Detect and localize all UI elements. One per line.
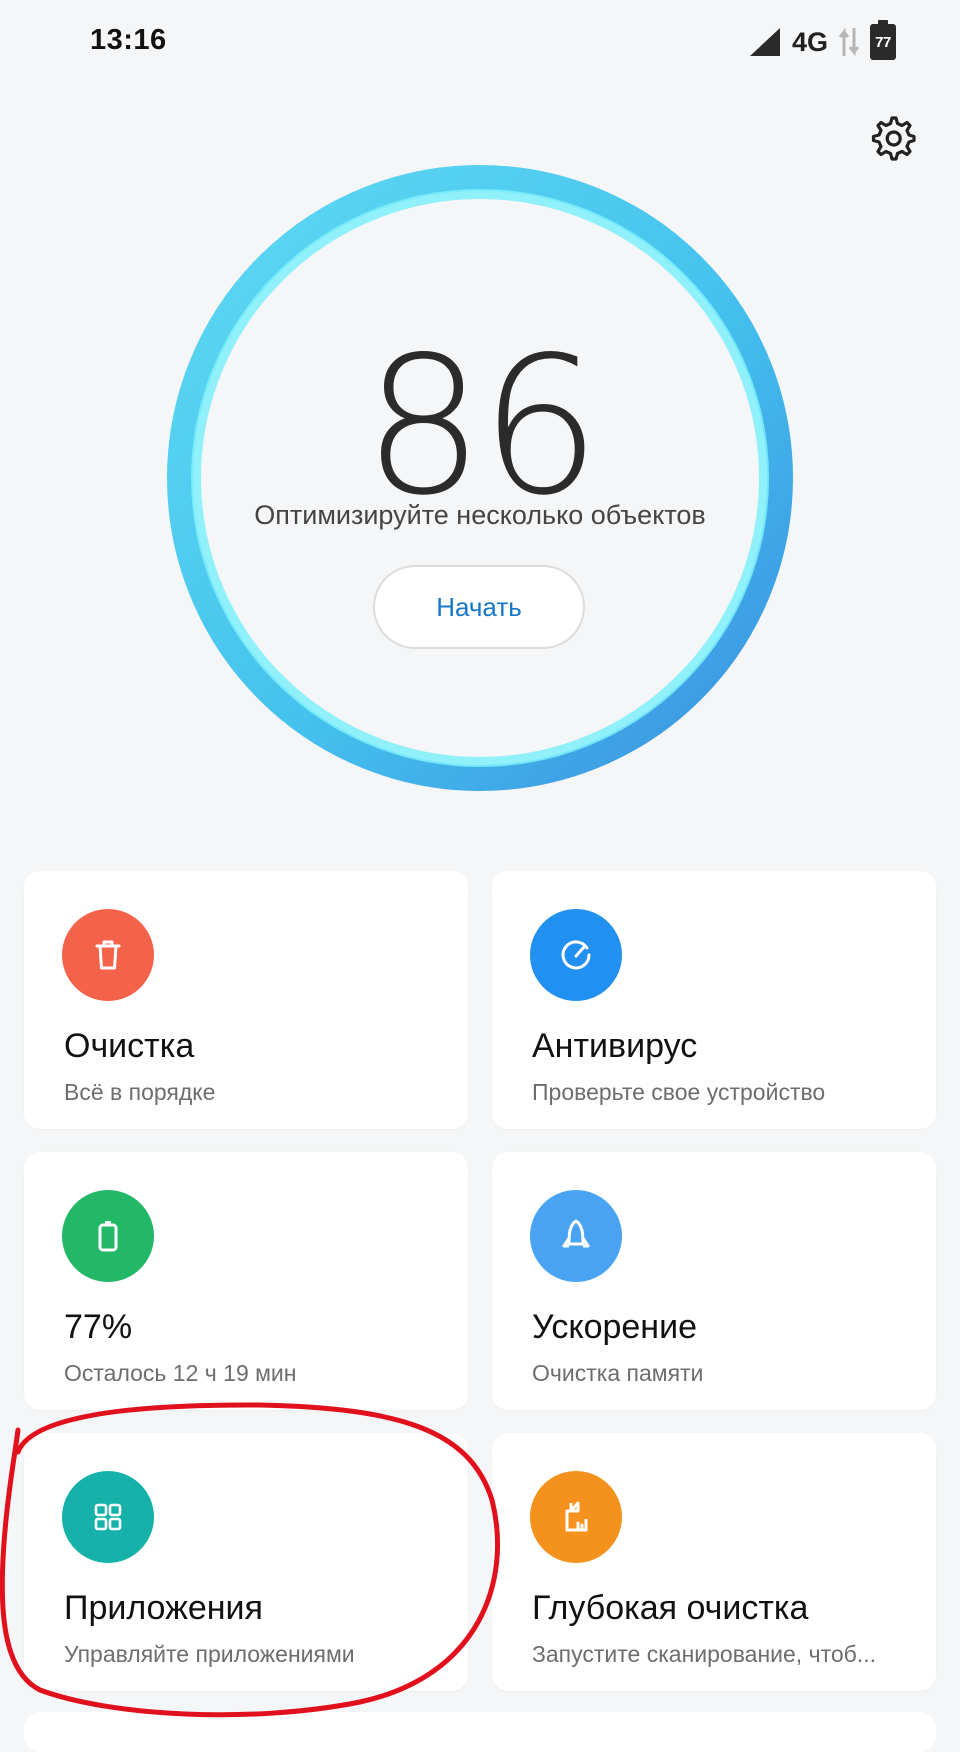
tile-icon-clean	[62, 909, 154, 1001]
rocket-icon	[562, 1219, 590, 1248]
tile-antivirus[interactable]: Антивирус Проверьте свое устройство	[492, 871, 936, 1129]
tile-title: 77%	[64, 1308, 133, 1346]
score-message: Оптимизируйте несколько объектов	[254, 500, 706, 530]
battery-level: 77	[875, 33, 891, 51]
apps-grid-icon	[94, 1503, 122, 1531]
tile-subtitle: Очистка памяти	[532, 1360, 704, 1386]
health-score-circle: 86 Оптимизируйте несколько объектов Нача…	[164, 162, 796, 794]
tile-subtitle: Проверьте свое устройство	[532, 1079, 826, 1105]
battery-status-icon: 77	[870, 20, 896, 60]
broom-icon	[565, 1501, 588, 1532]
tile-icon-boost	[530, 1190, 622, 1282]
tile-title: Антивирус	[532, 1027, 698, 1065]
network-type: 4G	[791, 26, 828, 57]
tile-title: Глубокая очистка	[532, 1589, 809, 1627]
tile-icon-apps	[62, 1471, 154, 1563]
status-icons: 4G 77	[748, 20, 896, 62]
start-button[interactable]: Начать	[373, 565, 585, 649]
tile-battery[interactable]: 77% Осталось 12 ч 19 мин	[24, 1152, 468, 1410]
tile-subtitle: Всё в порядке	[64, 1079, 216, 1105]
tile-icon-antivirus	[530, 909, 622, 1001]
status-time: 13:16	[90, 24, 167, 56]
settings-button[interactable]	[866, 112, 918, 164]
battery-icon	[98, 1221, 118, 1252]
tile-title: Приложения	[64, 1589, 263, 1627]
signal-icon	[749, 28, 780, 56]
tile-subtitle: Осталось 12 ч 19 мин	[64, 1360, 297, 1386]
tile-subtitle: Запустите сканирование, чтоб...	[532, 1641, 876, 1667]
data-transfer-icon	[838, 27, 860, 57]
tile-clean[interactable]: Очистка Всё в порядке	[24, 871, 468, 1129]
tile-icon-battery	[62, 1190, 154, 1282]
tile-icon-deep-clean	[530, 1471, 622, 1563]
tile-deep-clean[interactable]: Глубокая очистка Запустите сканирование,…	[492, 1433, 936, 1691]
gauge-icon	[561, 940, 591, 970]
gear-icon	[871, 116, 916, 161]
tile-title: Ускорение	[532, 1308, 697, 1346]
next-tile-peek	[24, 1712, 936, 1752]
tile-apps[interactable]: Приложения Управляйте приложениями	[24, 1433, 468, 1691]
status-bar: 13:16 4G 77	[0, 0, 960, 86]
tile-title: Очистка	[64, 1027, 195, 1065]
tile-subtitle: Управляйте приложениями	[64, 1641, 355, 1667]
trash-icon	[95, 940, 121, 970]
score-value: 86	[363, 316, 601, 537]
tile-boost[interactable]: Ускорение Очистка памяти	[492, 1152, 936, 1410]
